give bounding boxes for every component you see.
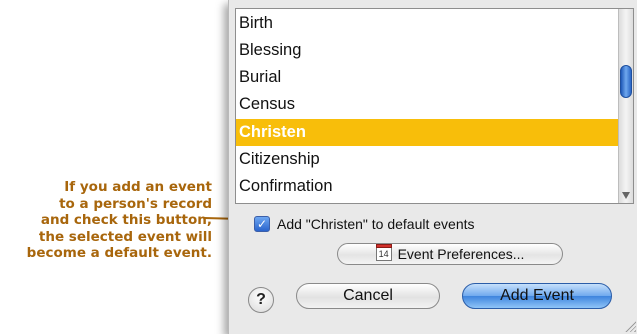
default-event-option[interactable]: ✓ Add "Christen" to default events xyxy=(254,214,475,234)
event-list[interactable]: Birth Blessing Burial Census Christen Ci… xyxy=(235,8,634,204)
callout-line: become a default event. xyxy=(26,245,212,261)
default-event-checkbox[interactable]: ✓ xyxy=(254,216,270,232)
callout-arrow xyxy=(203,214,248,224)
event-preferences-button[interactable]: 14 Event Preferences... xyxy=(337,243,563,265)
resize-grip-icon[interactable] xyxy=(625,321,636,332)
default-event-checkbox-label[interactable]: Add "Christen" to default events xyxy=(277,216,475,232)
help-button[interactable]: ? xyxy=(248,287,274,313)
list-item[interactable]: Burial xyxy=(236,64,621,91)
scroll-down-arrow-icon[interactable] xyxy=(622,192,630,199)
list-item-selected[interactable]: Christen xyxy=(236,119,621,146)
list-item[interactable]: Birth xyxy=(236,10,621,37)
add-event-dialog: Birth Blessing Burial Census Christen Ci… xyxy=(228,0,637,334)
list-item[interactable]: Census xyxy=(236,91,621,118)
calendar-icon: 14 xyxy=(375,244,392,261)
list-item[interactable]: Confirmation xyxy=(236,173,621,200)
list-item[interactable]: Citizenship xyxy=(236,146,621,173)
list-item[interactable]: Blessing xyxy=(236,37,621,64)
cancel-button[interactable]: Cancel xyxy=(296,283,440,309)
scroll-thumb[interactable] xyxy=(620,65,632,98)
add-event-button[interactable]: Add Event xyxy=(462,283,612,309)
list-scrollbar[interactable] xyxy=(618,9,633,203)
event-preferences-label: Event Preferences... xyxy=(397,246,525,262)
